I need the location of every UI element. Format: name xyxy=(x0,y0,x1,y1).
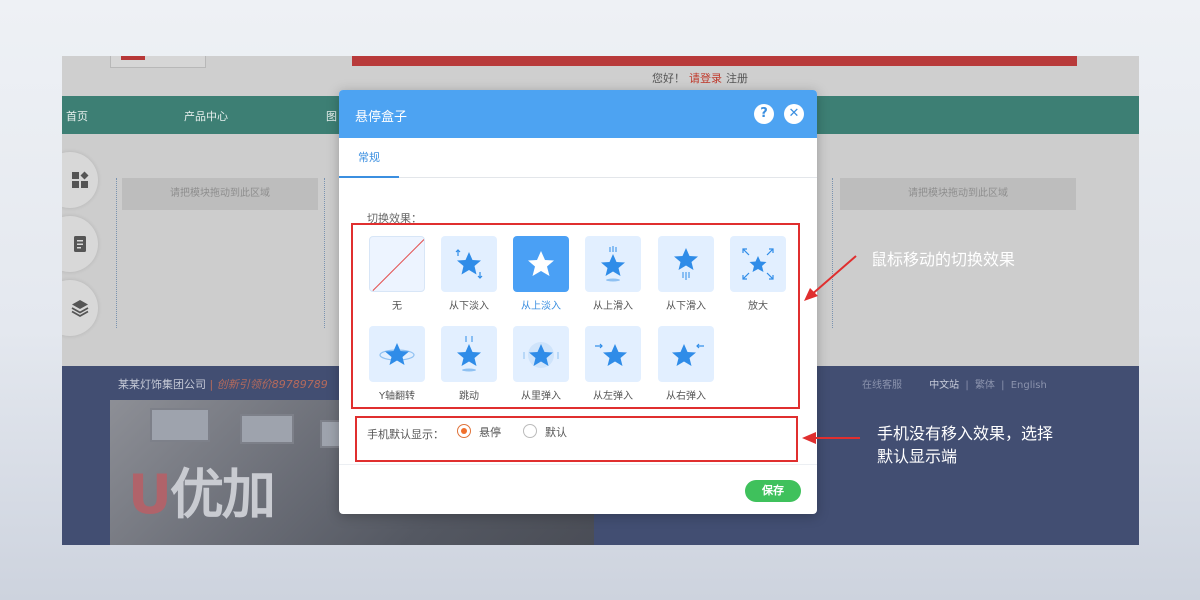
lang-en-link[interactable]: English xyxy=(1011,380,1047,391)
help-icon: ? xyxy=(760,106,768,121)
pages-button[interactable] xyxy=(62,216,98,272)
lang-tw-link[interactable]: 繁体 xyxy=(975,380,995,391)
building-sign: U优加 xyxy=(128,463,276,526)
tab-general[interactable]: 常规 xyxy=(339,138,399,178)
footer-links: 在线客服 中文站 | 繁体 | English xyxy=(862,380,1047,391)
company-slogan: | 创新引领价89789789 xyxy=(209,378,328,391)
close-button[interactable]: ✕ xyxy=(784,104,804,124)
photo-window xyxy=(150,408,210,442)
layers-button[interactable] xyxy=(62,280,98,336)
modules-icon xyxy=(72,171,89,188)
photo-window xyxy=(240,414,294,444)
site-logo xyxy=(110,56,206,68)
layers-icon xyxy=(71,300,89,318)
effects-annotation: 鼠标移动的切换效果 xyxy=(871,250,1016,269)
mobile-annotation-line1: 手机没有移入效果，选择 xyxy=(877,424,1054,443)
greeting-text: 您好！ xyxy=(652,72,685,85)
help-button[interactable]: ? xyxy=(754,104,774,124)
drop-zone[interactable]: 请把模块拖动到此区域 xyxy=(840,178,1076,210)
online-service-link[interactable]: 在线客服 xyxy=(862,380,902,391)
greeting-bar: 您好！ 请登录 注册 xyxy=(652,70,748,86)
dialog-tabs: 常规 xyxy=(339,138,817,178)
mobile-annotation-line2: 默认显示端 xyxy=(877,447,958,466)
drop-zone[interactable]: 请把模块拖动到此区域 xyxy=(122,178,318,210)
register-link[interactable]: 注册 xyxy=(726,72,748,85)
column-guide xyxy=(324,178,325,328)
mobile-highlight-box xyxy=(355,416,798,462)
company-name: 某某灯饰集团公司 xyxy=(118,378,206,391)
company-line: 某某灯饰集团公司 | 创新引领价89789789 xyxy=(118,376,328,392)
effects-arrow-icon xyxy=(804,255,857,301)
modules-button[interactable] xyxy=(62,152,98,208)
effects-highlight-box xyxy=(351,223,800,409)
nav-partial[interactable]: 图 xyxy=(326,108,337,124)
dialog-header: 悬停盒子 ? ✕ xyxy=(339,90,817,138)
lang-cn-link[interactable]: 中文站 xyxy=(929,380,959,391)
column-guide xyxy=(116,178,117,328)
banner-strip xyxy=(352,56,1077,66)
close-icon: ✕ xyxy=(788,106,800,121)
login-link[interactable]: 请登录 xyxy=(689,72,722,85)
dialog-divider xyxy=(339,464,817,465)
nav-products[interactable]: 产品中心 xyxy=(184,108,228,124)
dialog-title: 悬停盒子 xyxy=(355,110,408,125)
document-icon xyxy=(74,236,86,252)
mobile-arrow-icon xyxy=(802,432,860,444)
nav-home[interactable]: 首页 xyxy=(66,108,88,124)
save-button[interactable]: 保存 xyxy=(745,480,801,502)
